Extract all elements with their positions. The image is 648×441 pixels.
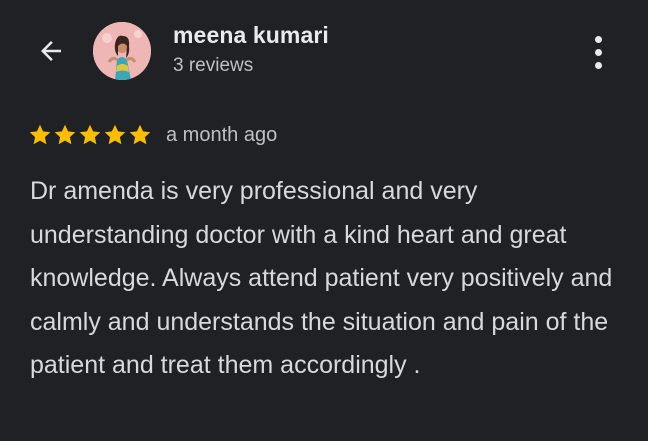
star-icon: [79, 124, 101, 145]
star-icon: [104, 124, 126, 145]
rating-row: a month ago: [28, 120, 277, 150]
review-date: a month ago: [166, 123, 278, 146]
profile-photo-icon: [93, 22, 151, 80]
star-icon: [129, 124, 151, 145]
star-icon: [29, 124, 51, 145]
review-count: 3 reviews: [173, 55, 254, 76]
more-vert-icon-dot: [594, 61, 602, 69]
reviewer-name[interactable]: meena kumari: [173, 22, 329, 49]
more-vert-icon-dot: [594, 48, 602, 56]
back-button[interactable]: [30, 30, 72, 72]
avatar[interactable]: [93, 22, 151, 80]
review-text: Dr amenda is very professional and very …: [30, 177, 613, 379]
star-icon: [54, 124, 76, 145]
more-options-button[interactable]: [580, 30, 616, 74]
star-rating: [28, 123, 152, 147]
arrow-back-icon: [41, 41, 61, 61]
more-vert-icon: [594, 35, 602, 43]
review-header: meena kumari 3 reviews: [0, 0, 648, 100]
